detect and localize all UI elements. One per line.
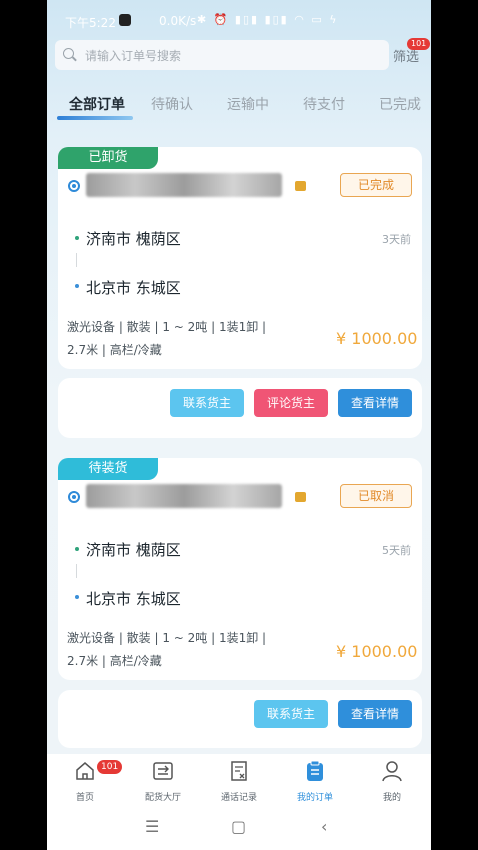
order-number-blurred xyxy=(86,484,282,508)
cargo-spec: 激光设备 | 散装 | 1 ~ 2吨 | 1装1卸 | xyxy=(67,631,267,645)
route-line xyxy=(76,564,77,578)
tab-all-orders[interactable]: 全部订单 xyxy=(69,94,125,114)
status-tag: 已卸货 xyxy=(58,147,158,169)
vehicle-spec: 2.7米 | 高栏/冷藏 xyxy=(67,654,162,668)
order-status-badge: 已取消 xyxy=(340,484,412,508)
cargo-spec: 激光设备 | 散装 | 1 ~ 2吨 | 1装1卸 | xyxy=(67,320,267,334)
order-status-badge: 已完成 xyxy=(340,173,412,197)
tabbar-profile-label: 我的 xyxy=(382,793,401,803)
home-badge: 101 xyxy=(97,760,123,774)
bottom-tab-bar: 101 首页 配货大厅 通话记录 我的订单 我的 xyxy=(47,754,431,806)
destination-city: 北京市 东城区 xyxy=(86,279,181,297)
system-navigation-bar: ☰ ▢ ‹ xyxy=(47,806,431,850)
cargo-hall-icon xyxy=(153,762,173,780)
origin-dot-icon xyxy=(75,236,79,240)
destination-city: 北京市 东城区 xyxy=(86,590,181,608)
destination-dot-icon xyxy=(75,595,79,599)
menu-nav-icon[interactable]: ☰ xyxy=(145,817,159,836)
home-icon xyxy=(76,762,94,780)
tab-pending-payment[interactable]: 待支付 xyxy=(303,94,345,114)
tabbar-home-label: 首页 xyxy=(75,793,94,803)
order-card[interactable]: 已卸货 已完成 济南市 槐荫区 3天前 北京市 东城区 激光设备 | 散装 | … xyxy=(58,147,422,369)
view-details-button[interactable]: 查看详情 xyxy=(338,700,412,728)
filter-label: 筛选 xyxy=(393,50,420,65)
status-speed: 0.0K/s xyxy=(159,14,197,28)
tabbar-call-records-label: 通话记录 xyxy=(220,793,257,803)
contact-shipper-button[interactable]: 联系货主 xyxy=(170,389,244,417)
contact-shipper-button[interactable]: 联系货主 xyxy=(254,700,328,728)
status-icons: ✱ ⏰ ▮▯▮ ▮▯▮ ◠ ▭ ϟ xyxy=(197,13,339,26)
order-price: ¥ 1000.00 xyxy=(336,642,418,661)
status-tag: 待装货 xyxy=(58,458,158,480)
search-input[interactable]: 请输入订单号搜索 xyxy=(55,40,389,70)
filter-badge: 101 xyxy=(407,38,431,50)
origin-dot-icon xyxy=(75,547,79,551)
orders-icon xyxy=(307,760,323,781)
back-nav-icon[interactable]: ‹ xyxy=(321,817,327,836)
tab-completed[interactable]: 已完成 xyxy=(379,94,421,114)
destination-dot-icon xyxy=(75,284,79,288)
order-actions: 联系货主 评论货主 查看详情 xyxy=(58,378,422,438)
order-age: 3天前 xyxy=(382,233,411,246)
order-actions: 联系货主 查看详情 xyxy=(58,690,422,748)
tabbar-my-orders-label: 我的订单 xyxy=(296,793,333,803)
notification-icon xyxy=(119,14,131,26)
origin-city: 济南市 槐荫区 xyxy=(86,230,181,248)
app-screen: 下午5:22 0.0K/s ✱ ⏰ ▮▯▮ ▮▯▮ ◠ ▭ ϟ 请输入订单号搜索… xyxy=(47,0,431,850)
search-placeholder: 请输入订单号搜索 xyxy=(85,49,182,63)
order-age: 5天前 xyxy=(382,544,411,557)
origin-city: 济南市 槐荫区 xyxy=(86,541,181,559)
profile-icon xyxy=(382,761,402,782)
tab-pending-confirm[interactable]: 待确认 xyxy=(151,94,193,114)
status-time: 下午5:22 xyxy=(65,16,116,30)
search-icon xyxy=(63,48,74,59)
tabbar-cargo-hall-label: 配货大厅 xyxy=(144,793,181,803)
route-line xyxy=(76,253,77,267)
order-price: ¥ 1000.00 xyxy=(336,329,418,348)
active-tab-indicator xyxy=(57,116,133,120)
select-radio[interactable] xyxy=(68,180,80,192)
view-details-button[interactable]: 查看详情 xyxy=(338,389,412,417)
status-bar: 下午5:22 0.0K/s ✱ ⏰ ▮▯▮ ▮▯▮ ◠ ▭ ϟ xyxy=(47,0,431,40)
tab-in-transit[interactable]: 运输中 xyxy=(227,94,269,114)
order-card[interactable]: 待装货 已取消 济南市 槐荫区 5天前 北京市 东城区 激光设备 | 散装 | … xyxy=(58,458,422,680)
review-shipper-button[interactable]: 评论货主 xyxy=(254,389,328,417)
copy-icon[interactable] xyxy=(295,488,310,502)
vehicle-spec: 2.7米 | 高栏/冷藏 xyxy=(67,343,162,357)
copy-icon[interactable] xyxy=(295,177,310,191)
call-record-icon xyxy=(231,761,247,781)
home-nav-icon[interactable]: ▢ xyxy=(231,817,246,836)
select-radio[interactable] xyxy=(68,491,80,503)
filter-button[interactable]: 筛选 101 xyxy=(393,38,431,65)
order-number-blurred xyxy=(86,173,282,197)
